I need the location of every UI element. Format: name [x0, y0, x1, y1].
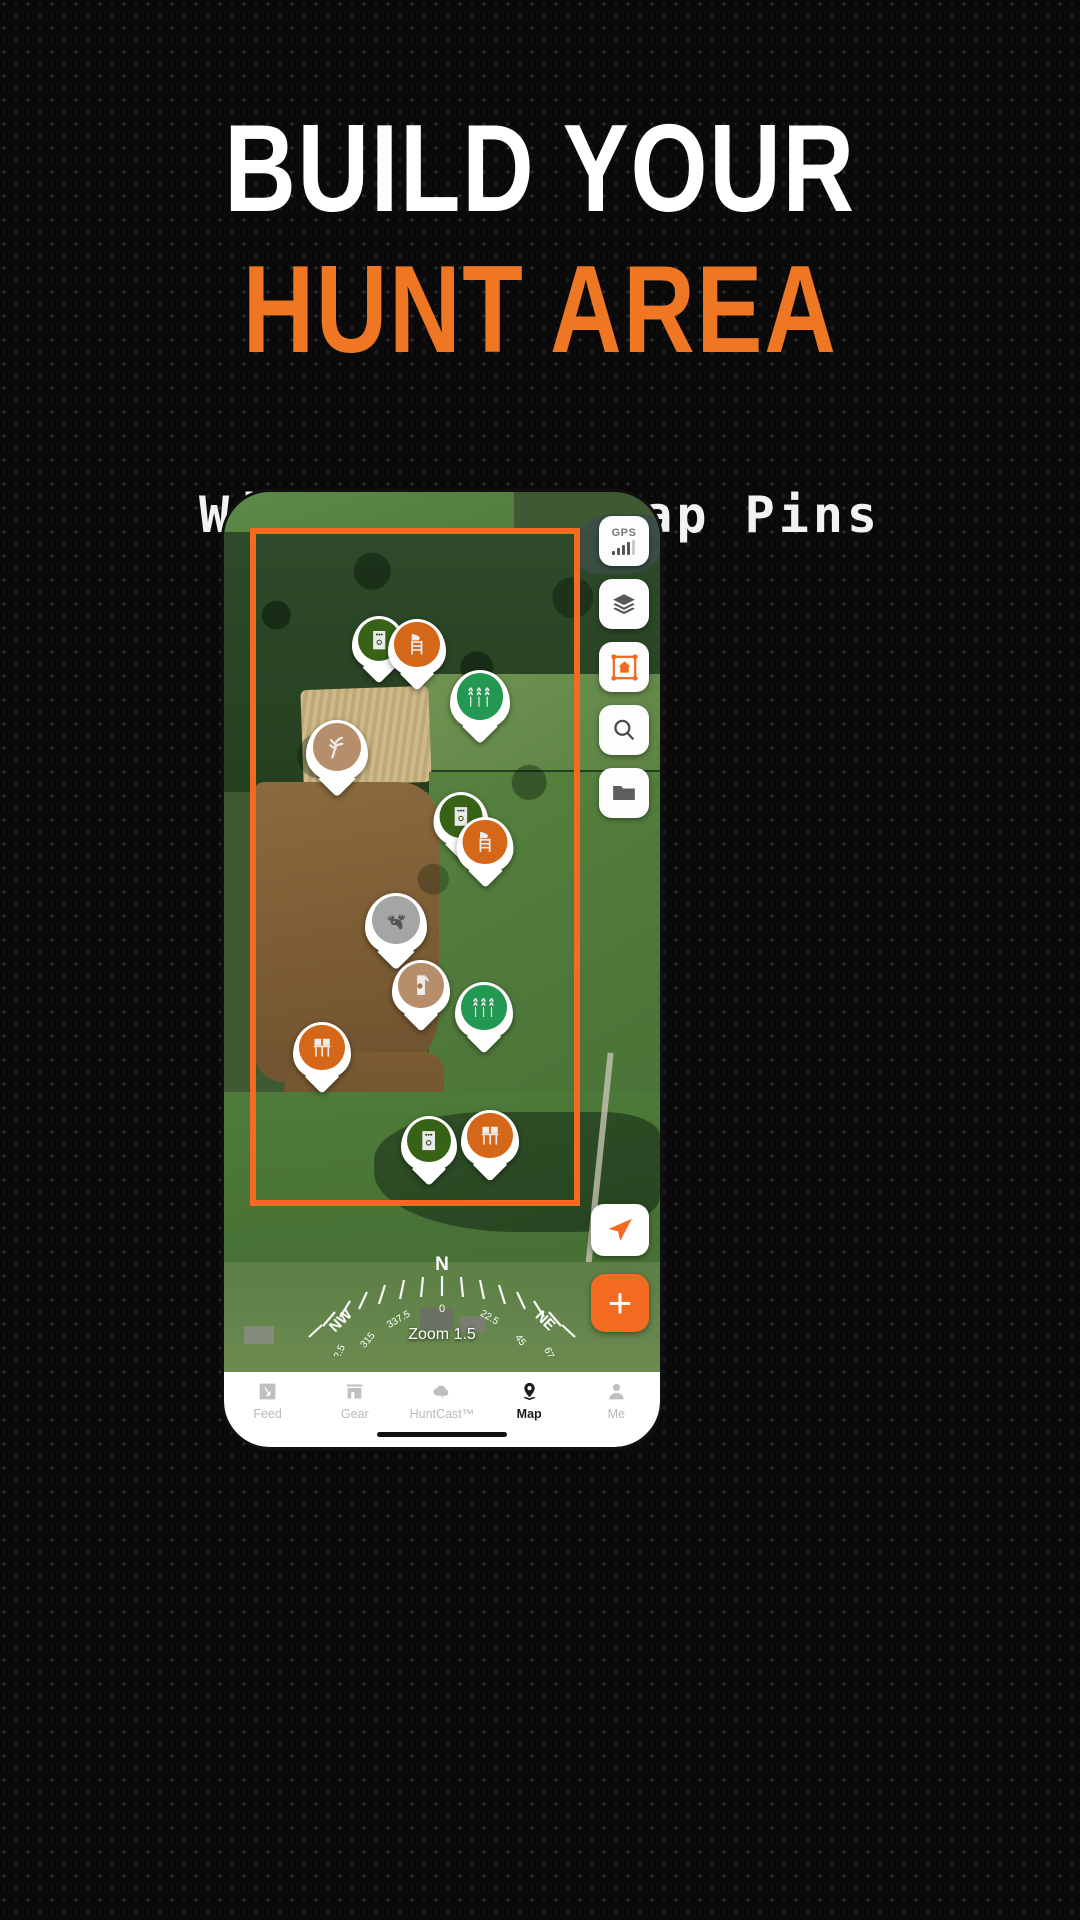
pin-marker-shape — [450, 670, 510, 730]
pin-icon-disc — [407, 1118, 451, 1163]
pin-marker-shape — [455, 982, 513, 1040]
map-pin-food-plot[interactable] — [455, 982, 513, 1040]
tab-gear[interactable]: Gear — [316, 1381, 394, 1421]
property-boundary-button[interactable] — [599, 642, 649, 692]
gps-button[interactable]: GPS — [599, 516, 649, 566]
map-controls: GPS — [599, 516, 649, 818]
headline: BUILD YOUR HUNT AREA — [0, 100, 1080, 379]
phone-mockup: N NW NE 0 337.5 315 292.5 22.5 45 67.5 Z… — [224, 492, 660, 1447]
locate-me-button[interactable] — [591, 1204, 649, 1256]
pin-icon-disc — [299, 1024, 345, 1071]
ladder-stand-icon — [479, 831, 491, 853]
food-plot-icon — [473, 998, 494, 1018]
tab-gear-label: Gear — [340, 1407, 369, 1421]
tab-huntcast[interactable]: HuntCast™ — [403, 1381, 481, 1421]
map-pin-buck-sighting[interactable] — [365, 893, 427, 955]
map-pin-blind[interactable] — [293, 1022, 351, 1080]
gps-label: GPS — [611, 527, 637, 539]
tab-map-label: Map — [516, 1407, 542, 1421]
pin-marker-shape — [293, 1022, 351, 1080]
pin-icon-disc — [371, 896, 421, 945]
weather-icon — [433, 1385, 449, 1399]
pin-marker-shape — [461, 1110, 519, 1168]
satellite-map[interactable]: N NW NE 0 337.5 315 292.5 22.5 45 67.5 Z… — [224, 492, 660, 1372]
headline-line-1: BUILD YOUR — [224, 100, 856, 238]
map-pin-icon — [523, 1382, 536, 1401]
layers-button[interactable] — [599, 579, 649, 629]
store-icon — [346, 1384, 363, 1399]
pin-marker-shape — [365, 893, 427, 955]
tab-map[interactable]: Map — [490, 1381, 568, 1421]
tab-me-label: Me — [607, 1407, 626, 1421]
map-pin-ladder-stand[interactable] — [456, 817, 514, 874]
pin-icon-disc — [312, 723, 362, 772]
pin-marker-shape — [388, 619, 446, 677]
pin-marker-shape — [456, 817, 514, 874]
tab-huntcast-label: HuntCast™ — [409, 1407, 475, 1421]
blind-icon — [481, 1127, 499, 1145]
map-pin-rub-scrape[interactable] — [392, 960, 450, 1018]
deer-head-icon — [387, 914, 406, 930]
map-pin-shed-antler[interactable] — [306, 720, 368, 782]
pin-marker-shape — [306, 720, 368, 782]
signal-bars-icon — [612, 540, 636, 555]
home-indicator — [377, 1432, 507, 1437]
pin-icon-disc — [467, 1112, 513, 1159]
tab-feed[interactable]: Feed — [229, 1381, 307, 1421]
food-plot-icon — [468, 686, 490, 707]
pin-icon-disc — [461, 984, 507, 1031]
tab-me[interactable]: Me — [577, 1381, 655, 1421]
tab-feed-label: Feed — [253, 1407, 282, 1421]
pin-icon-disc — [394, 621, 440, 668]
headline-line-2: HUNT AREA — [242, 240, 838, 379]
pin-marker-shape — [401, 1116, 457, 1172]
property-home-icon — [610, 653, 638, 681]
pin-icon-disc — [462, 819, 508, 865]
search-button[interactable] — [599, 705, 649, 755]
trail-camera-icon — [422, 1131, 436, 1151]
blind-icon — [313, 1039, 331, 1057]
folder-button[interactable] — [599, 768, 649, 818]
map-pin-trail-camera[interactable] — [401, 1116, 457, 1172]
map-pin-ladder-stand[interactable] — [388, 619, 446, 677]
folder-icon — [613, 785, 635, 801]
pin-marker-shape — [392, 960, 450, 1018]
ladder-stand-icon — [411, 634, 423, 655]
pin-icon-disc — [398, 962, 444, 1009]
search-icon — [614, 719, 634, 740]
layers-icon — [613, 594, 635, 615]
antler-icon — [329, 736, 344, 759]
feed-icon — [259, 1383, 276, 1400]
zoom-level-label: Zoom 1.5 — [408, 1326, 476, 1343]
rub-tree-icon — [417, 975, 430, 996]
add-pin-button[interactable]: + — [591, 1274, 649, 1332]
map-pin-food-plot[interactable] — [450, 670, 510, 730]
person-icon — [609, 1383, 624, 1400]
phone-screen: N NW NE 0 337.5 315 292.5 22.5 45 67.5 Z… — [224, 492, 660, 1447]
map-pin-blind[interactable] — [461, 1110, 519, 1168]
navigation-arrow-icon — [608, 1218, 632, 1241]
pin-icon-disc — [456, 673, 504, 720]
